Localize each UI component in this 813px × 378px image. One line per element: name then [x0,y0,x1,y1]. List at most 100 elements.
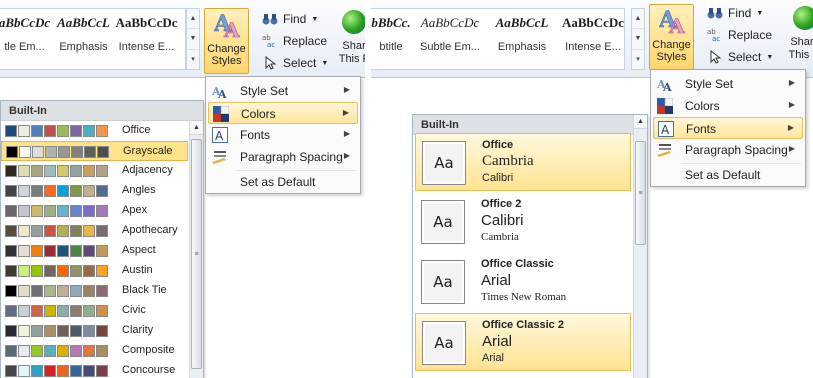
change-styles-button[interactable]: A A Change Styles [649,4,694,70]
style-sample: AaBbCcDc [115,15,178,30]
font-preview-box: Aa [421,200,465,244]
gallery-scrollbar[interactable]: ▲ ≡ [633,115,647,378]
gallery-scrollbar[interactable]: ▲ ≡ [189,121,203,378]
gallery-scroll[interactable]: ▲ ▼ ▾ [631,8,645,70]
color-swatch [71,146,83,158]
scroll-up-icon[interactable]: ▲ [634,115,647,129]
replace-button[interactable]: ab ac Replace [262,30,342,52]
color-swatch [70,205,82,217]
menu-item-fonts[interactable]: A Fonts ▶ [208,124,358,146]
color-theme-item[interactable]: Grayscale [1,141,188,161]
color-theme-item[interactable]: Aspect [1,241,187,261]
color-swatch [18,205,30,217]
style-sample: aBbCcDc [0,15,51,30]
more-icon[interactable]: ▾ [187,50,199,69]
menu-item-style-set[interactable]: AA Style Set ▶ [653,73,803,95]
color-swatch [57,325,69,337]
style-name: Intense E... [565,41,621,53]
color-swatch [83,305,95,317]
style-item-intense-emphasis[interactable]: AaBbCcDc Intense E... [558,9,624,69]
colors-icon [657,98,673,114]
select-button[interactable]: Select ▼ [262,52,342,74]
font-theme-item[interactable]: Aa Office Classic Arial Times New Roman [415,253,631,311]
color-theme-name: Aspect [122,244,156,256]
color-swatch [5,325,17,337]
share-button[interactable]: Shar This F [334,10,365,66]
style-name: btitle [379,41,403,53]
scroll-up-icon[interactable]: ▲ [187,9,199,30]
style-item-subtle-emphasis[interactable]: AaBbCcDc Subtle Em... [414,9,486,69]
color-swatch [96,365,108,377]
menu-item-set-as-default[interactable]: Set as Default [208,171,358,193]
color-swatch [96,125,108,137]
binoculars-icon [707,8,723,19]
color-swatch [96,265,108,277]
heading-font: Calibri [481,212,524,229]
replace-button[interactable]: ab ac Replace [707,24,787,46]
font-theme-item[interactable]: Aa Office 2 Calibri Cambria [415,193,631,251]
menu-item-label: Fonts [686,122,717,136]
color-swatch [5,265,17,277]
color-theme-item[interactable]: Austin [1,261,187,281]
menu-item-label: Style Set [240,84,289,98]
more-icon[interactable]: ▾ [632,50,644,69]
style-item-emphasis[interactable]: AaBbCcL Emphasis [52,9,115,69]
scroll-down-icon[interactable]: ▼ [187,29,199,50]
color-swatch [57,165,69,177]
cursor-arrow-icon [265,56,277,70]
color-swatch [31,365,43,377]
style-item-subtitle[interactable]: bBbCc. btitle [371,9,414,69]
color-theme-item[interactable]: Apothecary [1,221,187,241]
color-theme-item[interactable]: Black Tie [1,281,187,301]
color-theme-item[interactable]: Clarity [1,321,187,341]
font-theme-item[interactable]: Aa Office Cambria Calibri [415,133,631,191]
menu-item-colors[interactable]: Colors ▶ [653,95,803,117]
scroll-down-icon[interactable]: ▼ [632,29,644,50]
color-swatch [5,125,17,137]
scroll-thumb[interactable]: ≡ [635,141,646,245]
color-swatch [70,305,82,317]
color-swatch [31,265,43,277]
color-theme-item[interactable]: Angles [1,181,187,201]
menu-item-fonts[interactable]: A Fonts ▶ [653,117,803,139]
color-theme-name: Adjacency [122,164,173,176]
style-item[interactable]: aBbCcDc tle Em... [0,9,52,69]
share-button[interactable]: Share This Fi [785,6,813,62]
color-theme-name: Apex [122,204,148,216]
left-screenshot-panel: aBbCcDc tle Em... AaBbCcL Emphasis AaBbC… [0,0,365,378]
find-button[interactable]: Find ▼ [262,8,342,30]
color-theme-item[interactable]: Composite [1,341,187,361]
color-swatch [18,265,30,277]
color-theme-item[interactable]: Civic [1,301,187,321]
menu-item-colors[interactable]: Colors ▶ [208,102,358,124]
font-theme-item[interactable]: Aa Office Classic 2 Arial Arial [415,313,631,371]
body-font: Calibri [482,172,514,184]
color-swatch [96,225,108,237]
color-swatch [31,225,43,237]
color-theme-name: Office [122,124,151,136]
menu-item-set-as-default[interactable]: Set as Default [653,164,803,186]
color-swatch [57,225,69,237]
scroll-up-icon[interactable]: ▲ [190,121,203,135]
select-button[interactable]: Select ▼ [707,46,787,68]
gallery-scroll[interactable]: ▲ ▼ ▾ [186,8,200,70]
color-theme-item[interactable]: Apex [1,201,187,221]
color-theme-item[interactable]: Adjacency [1,161,187,181]
change-styles-button[interactable]: A A Change Styles [204,8,249,74]
scroll-thumb[interactable]: ≡ [191,139,202,369]
find-button[interactable]: Find ▼ [707,2,787,24]
color-theme-name: Concourse [122,364,176,376]
menu-item-paragraph-spacing[interactable]: Paragraph Spacing ▶ [208,146,358,168]
color-theme-item[interactable]: Office [1,121,187,141]
color-theme-item[interactable]: Concourse [1,361,187,378]
color-swatch [96,325,108,337]
scroll-up-icon[interactable]: ▲ [632,9,644,30]
style-item-emphasis[interactable]: AaBbCcL Emphasis [486,9,558,69]
color-swatch [70,265,82,277]
change-styles-label: Change Styles [652,39,691,63]
menu-item-style-set[interactable]: AA Style Set ▶ [208,80,358,102]
menu-item-paragraph-spacing[interactable]: Paragraph Spacing ▶ [653,139,803,161]
style-item-intense-emphasis[interactable]: AaBbCcDc Intense E... [115,9,178,69]
color-swatch-strip [5,325,108,337]
color-swatch [18,325,30,337]
